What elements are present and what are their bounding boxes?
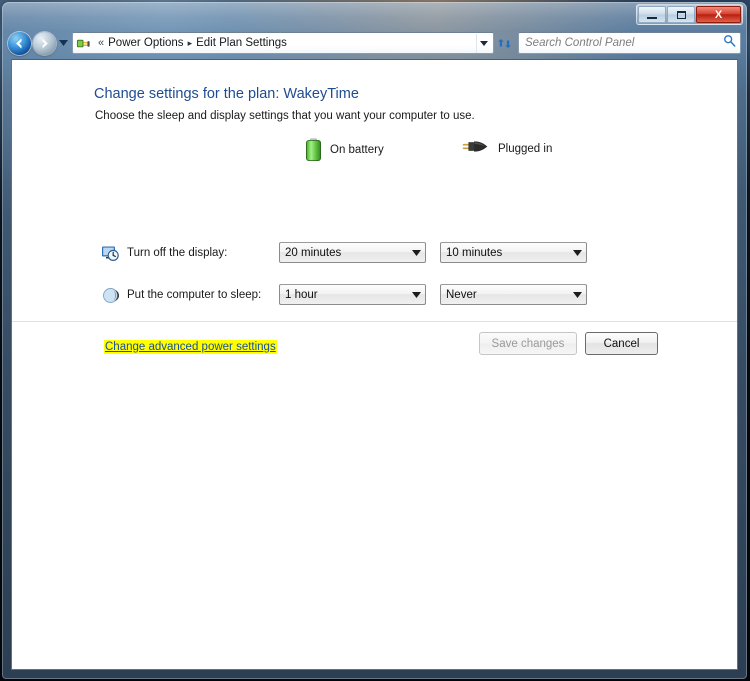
refresh-icon	[498, 38, 511, 48]
minimize-button[interactable]	[638, 6, 666, 23]
moon-icon	[101, 286, 119, 304]
search-icon[interactable]	[723, 34, 736, 52]
chevron-down-icon[interactable]	[408, 243, 425, 262]
search-input[interactable]	[525, 37, 723, 49]
chevron-down-icon[interactable]	[569, 285, 586, 304]
battery-icon	[306, 138, 321, 161]
forward-arrow-icon	[42, 38, 48, 48]
save-changes-button[interactable]: Save changes	[479, 332, 577, 355]
address-bar[interactable]: « Power Options ▸ Edit Plan Settings	[72, 32, 494, 54]
back-arrow-icon	[16, 38, 22, 48]
chevron-down-icon	[480, 40, 488, 46]
forward-button[interactable]	[33, 31, 56, 55]
monitor-clock-icon	[101, 244, 119, 262]
dropdown-display-plugged-in-value: 10 minutes	[446, 246, 503, 259]
cancel-button[interactable]: Cancel	[585, 332, 658, 355]
page-title: Change settings for the plan: WakeyTime	[94, 86, 359, 102]
page-subtitle: Choose the sleep and display settings th…	[95, 110, 475, 122]
column-label-on-battery: On battery	[330, 143, 384, 156]
setting-row-display: Turn off the display:	[101, 242, 227, 264]
dropdown-display-on-battery-value: 20 minutes	[285, 246, 342, 259]
back-button[interactable]	[8, 31, 31, 55]
close-icon: X	[714, 8, 723, 21]
power-plug-icon	[462, 138, 489, 160]
client-area: Change settings for the plan: WakeyTime …	[11, 59, 738, 670]
dropdown-display-plugged-in[interactable]: 10 minutes	[440, 242, 587, 263]
breadcrumb-item-power-options[interactable]: Power Options	[108, 37, 183, 49]
column-header-plugged-in: Plugged in	[462, 138, 552, 160]
setting-label-display: Turn off the display:	[127, 247, 228, 259]
maximize-button[interactable]	[667, 6, 695, 23]
chevron-down-icon	[59, 40, 68, 46]
chevron-down-icon[interactable]	[569, 243, 586, 262]
column-label-plugged-in: Plugged in	[498, 143, 553, 155]
breadcrumb-item-edit-plan-settings[interactable]: Edit Plan Settings	[196, 37, 287, 49]
refresh-button[interactable]	[495, 34, 514, 53]
content-separator	[12, 321, 737, 322]
change-advanced-power-settings-link[interactable]: Change advanced power settings	[104, 340, 277, 354]
close-button[interactable]: X	[696, 6, 741, 23]
navigation-bar: « Power Options ▸ Edit Plan Settings	[2, 28, 747, 58]
content-pane: Change settings for the plan: WakeyTime …	[12, 60, 737, 669]
column-header-on-battery: On battery	[306, 138, 384, 161]
minimize-icon	[647, 17, 657, 19]
dropdown-display-on-battery[interactable]: 20 minutes	[279, 242, 426, 263]
address-dropdown-button[interactable]	[476, 33, 491, 53]
dropdown-sleep-on-battery-value: 1 hour	[285, 288, 318, 301]
caption-button-group: X	[636, 4, 743, 25]
dropdown-sleep-on-battery[interactable]: 1 hour	[279, 284, 426, 305]
breadcrumb-overflow[interactable]: «	[98, 37, 104, 49]
dropdown-sleep-plugged-in[interactable]: Never	[440, 284, 587, 305]
setting-row-sleep: Put the computer to sleep:	[101, 284, 261, 306]
maximize-icon	[676, 10, 686, 19]
chevron-down-icon[interactable]	[408, 285, 425, 304]
setting-label-sleep: Put the computer to sleep:	[127, 289, 262, 301]
breadcrumb-separator[interactable]: ▸	[188, 38, 193, 49]
power-plug-icon	[76, 36, 91, 51]
desktop-background: X « Power Options ▸ Edit Plan Settings S…	[0, 0, 750, 681]
title-bar: X	[2, 2, 747, 28]
control-panel-window: X « Power Options ▸ Edit Plan Settings S…	[2, 2, 747, 679]
search-box[interactable]	[518, 32, 741, 54]
dropdown-sleep-plugged-in-value: Never	[446, 288, 477, 301]
history-dropdown-button[interactable]	[58, 38, 69, 49]
